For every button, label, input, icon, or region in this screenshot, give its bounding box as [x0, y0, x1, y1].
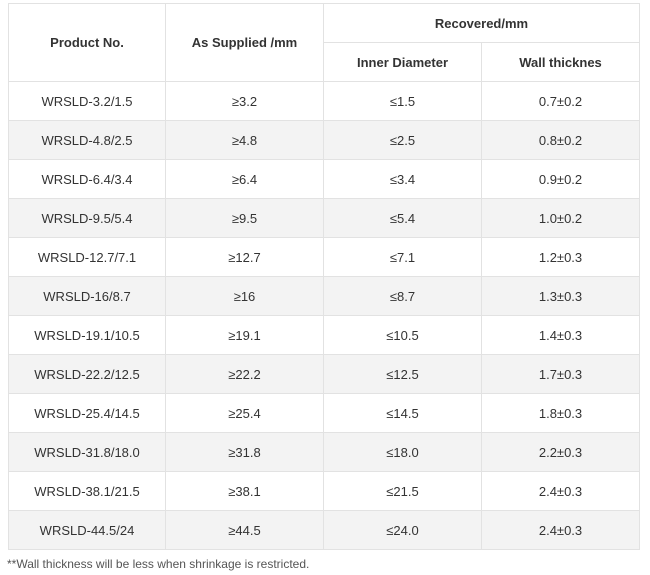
- table-row: WRSLD-19.1/10.5 ≥19.1 ≤10.5 1.4±0.3: [8, 315, 640, 355]
- cell-wall-thickness: 2.2±0.3: [481, 432, 640, 472]
- cell-product-no: WRSLD-19.1/10.5: [8, 315, 166, 355]
- table-row: WRSLD-25.4/14.5 ≥25.4 ≤14.5 1.8±0.3: [8, 393, 640, 433]
- cell-product-no: WRSLD-25.4/14.5: [8, 393, 166, 433]
- table-row: WRSLD-31.8/18.0 ≥31.8 ≤18.0 2.2±0.3: [8, 432, 640, 472]
- cell-product-no: WRSLD-9.5/5.4: [8, 198, 166, 238]
- cell-inner-diameter: ≤10.5: [323, 315, 482, 355]
- cell-product-no: WRSLD-44.5/24: [8, 510, 166, 550]
- cell-as-supplied: ≥22.2: [165, 354, 324, 394]
- cell-inner-diameter: ≤21.5: [323, 471, 482, 511]
- cell-product-no: WRSLD-31.8/18.0: [8, 432, 166, 472]
- cell-product-no: WRSLD-3.2/1.5: [8, 81, 166, 121]
- cell-inner-diameter: ≤24.0: [323, 510, 482, 550]
- table-row: WRSLD-16/8.7 ≥16 ≤8.7 1.3±0.3: [8, 276, 640, 316]
- cell-as-supplied: ≥6.4: [165, 159, 324, 199]
- table-row: WRSLD-3.2/1.5 ≥3.2 ≤1.5 0.7±0.2: [8, 81, 640, 121]
- cell-inner-diameter: ≤1.5: [323, 81, 482, 121]
- cell-wall-thickness: 0.9±0.2: [481, 159, 640, 199]
- cell-wall-thickness: 0.7±0.2: [481, 81, 640, 121]
- cell-inner-diameter: ≤12.5: [323, 354, 482, 394]
- cell-inner-diameter: ≤7.1: [323, 237, 482, 277]
- cell-inner-diameter: ≤14.5: [323, 393, 482, 433]
- table-row: WRSLD-4.8/2.5 ≥4.8 ≤2.5 0.8±0.2: [8, 120, 640, 160]
- table-row: WRSLD-44.5/24 ≥44.5 ≤24.0 2.4±0.3: [8, 510, 640, 550]
- cell-wall-thickness: 1.2±0.3: [481, 237, 640, 277]
- cell-inner-diameter: ≤2.5: [323, 120, 482, 160]
- cell-as-supplied: ≥19.1: [165, 315, 324, 355]
- spec-table: Product No. As Supplied /mm Recovered/mm…: [8, 3, 640, 550]
- table-row: WRSLD-9.5/5.4 ≥9.5 ≤5.4 1.0±0.2: [8, 198, 640, 238]
- cell-wall-thickness: 1.7±0.3: [481, 354, 640, 394]
- cell-inner-diameter: ≤5.4: [323, 198, 482, 238]
- cell-wall-thickness: 1.3±0.3: [481, 276, 640, 316]
- cell-product-no: WRSLD-6.4/3.4: [8, 159, 166, 199]
- table-row: WRSLD-22.2/12.5 ≥22.2 ≤12.5 1.7±0.3: [8, 354, 640, 394]
- cell-product-no: WRSLD-16/8.7: [8, 276, 166, 316]
- header-inner-diameter: Inner Diameter: [323, 42, 482, 82]
- cell-as-supplied: ≥4.8: [165, 120, 324, 160]
- cell-as-supplied: ≥3.2: [165, 81, 324, 121]
- cell-as-supplied: ≥25.4: [165, 393, 324, 433]
- header-recovered: Recovered/mm: [323, 3, 640, 43]
- header-wall-thickness: Wall thicknes: [481, 42, 640, 82]
- table-row: WRSLD-6.4/3.4 ≥6.4 ≤3.4 0.9±0.2: [8, 159, 640, 199]
- header-product-no: Product No.: [8, 3, 166, 82]
- cell-inner-diameter: ≤18.0: [323, 432, 482, 472]
- cell-wall-thickness: 1.0±0.2: [481, 198, 640, 238]
- cell-as-supplied: ≥12.7: [165, 237, 324, 277]
- cell-as-supplied: ≥9.5: [165, 198, 324, 238]
- cell-wall-thickness: 2.4±0.3: [481, 471, 640, 511]
- cell-product-no: WRSLD-4.8/2.5: [8, 120, 166, 160]
- cell-wall-thickness: 0.8±0.2: [481, 120, 640, 160]
- cell-product-no: WRSLD-22.2/12.5: [8, 354, 166, 394]
- cell-wall-thickness: 1.4±0.3: [481, 315, 640, 355]
- cell-inner-diameter: ≤8.7: [323, 276, 482, 316]
- cell-wall-thickness: 2.4±0.3: [481, 510, 640, 550]
- table-header: Product No. As Supplied /mm Recovered/mm…: [8, 3, 640, 82]
- header-row: Product No. As Supplied /mm Recovered/mm: [8, 3, 640, 82]
- table-row: WRSLD-12.7/7.1 ≥12.7 ≤7.1 1.2±0.3: [8, 237, 640, 277]
- footnote: **Wall thickness will be less when shrin…: [7, 557, 310, 571]
- cell-as-supplied: ≥31.8: [165, 432, 324, 472]
- cell-product-no: WRSLD-38.1/21.5: [8, 471, 166, 511]
- table-body: WRSLD-3.2/1.5 ≥3.2 ≤1.5 0.7±0.2 WRSLD-4.8/2.…: [8, 81, 640, 550]
- table-row: WRSLD-38.1/21.5 ≥38.1 ≤21.5 2.4±0.3: [8, 471, 640, 511]
- cell-as-supplied: ≥44.5: [165, 510, 324, 550]
- cell-wall-thickness: 1.8±0.3: [481, 393, 640, 433]
- cell-as-supplied: ≥38.1: [165, 471, 324, 511]
- cell-product-no: WRSLD-12.7/7.1: [8, 237, 166, 277]
- cell-as-supplied: ≥16: [165, 276, 324, 316]
- cell-inner-diameter: ≤3.4: [323, 159, 482, 199]
- header-as-supplied: As Supplied /mm: [165, 3, 324, 82]
- page: Product No. As Supplied /mm Recovered/mm…: [0, 0, 650, 575]
